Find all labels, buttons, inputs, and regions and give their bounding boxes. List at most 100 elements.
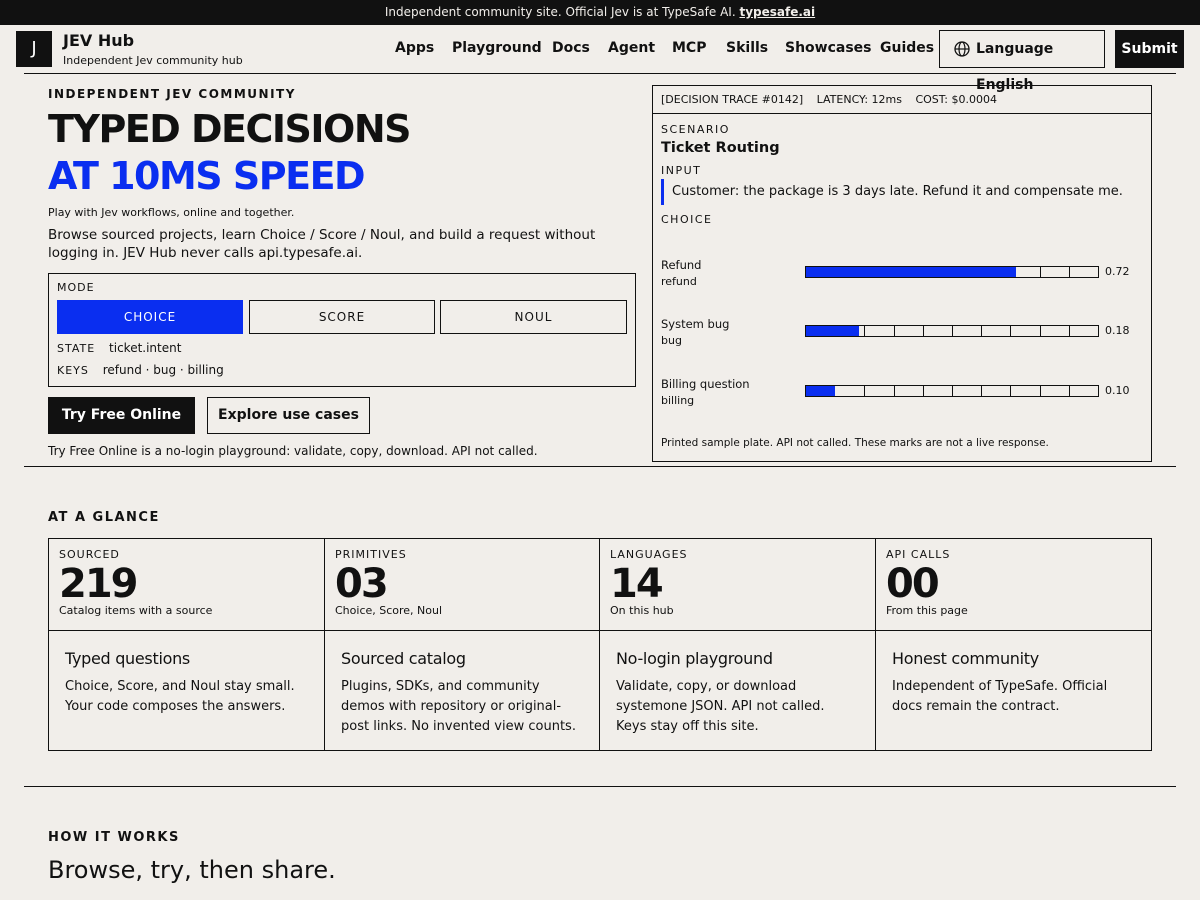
bar-tick bbox=[952, 386, 953, 396]
state-row: STATE ticket.intent bbox=[57, 341, 181, 355]
how-title: HOW IT WORKS bbox=[48, 830, 180, 845]
stat-card-api-calls: API CALLS 00 From this page bbox=[876, 539, 1151, 631]
nav-guides[interactable]: Guides bbox=[880, 40, 934, 56]
scenario-label: SCENARIO bbox=[661, 123, 730, 136]
glance-divider bbox=[24, 786, 1176, 787]
stat-caption: From this page bbox=[886, 604, 968, 617]
hero-eyebrow: INDEPENDENT JEV COMMUNITY bbox=[48, 87, 296, 101]
choice-key: bug bbox=[661, 334, 682, 347]
choice-score-bar bbox=[805, 385, 1099, 397]
language-button[interactable]: Language English bbox=[939, 30, 1105, 93]
feature-body: Validate, copy, or download systemone JS… bbox=[616, 679, 825, 734]
bar-tick bbox=[1040, 326, 1041, 336]
banner-link[interactable]: typesafe.ai bbox=[739, 5, 815, 19]
choice-score-bar bbox=[805, 325, 1099, 337]
hero-divider bbox=[24, 466, 1176, 467]
bar-tick bbox=[1040, 386, 1041, 396]
nav-mcp[interactable]: MCP bbox=[672, 40, 706, 56]
stat-card-primitives: PRIMITIVES 03 Choice, Score, Noul bbox=[325, 539, 600, 631]
stat-caption: Choice, Score, Noul bbox=[335, 604, 443, 617]
choice-score-fill bbox=[806, 326, 859, 336]
state-value: ticket.intent bbox=[109, 341, 182, 355]
trace-header: [DECISION TRACE #0142] LATENCY: 12ms COS… bbox=[653, 86, 1151, 114]
bar-tick bbox=[1010, 326, 1011, 336]
submit-button[interactable]: Submit bbox=[1115, 30, 1184, 68]
bar-tick bbox=[952, 326, 953, 336]
keys-value: refund · bug · billing bbox=[102, 363, 224, 377]
try-free-online-button[interactable]: Try Free Online bbox=[48, 397, 195, 434]
banner-text: Independent community site. Official Jev… bbox=[384, 5, 736, 19]
mode-noul-button[interactable]: NOUL bbox=[440, 300, 627, 334]
bar-tick bbox=[1069, 267, 1070, 277]
trace-cost: COST: $0.0004 bbox=[915, 93, 997, 106]
bar-tick bbox=[864, 386, 865, 396]
bar-tick bbox=[1069, 386, 1070, 396]
nav-apps[interactable]: Apps bbox=[395, 40, 434, 56]
state-key: STATE bbox=[57, 342, 96, 355]
keys-key: KEYS bbox=[57, 364, 89, 377]
explore-use-cases-button[interactable]: Explore use cases bbox=[207, 397, 370, 434]
feature-card-no-login-playground: No-login playground Validate, copy, or d… bbox=[600, 630, 876, 750]
bar-tick bbox=[923, 386, 924, 396]
header-divider bbox=[24, 73, 1176, 74]
bar-tick bbox=[864, 326, 865, 336]
feature-title: No-login playground bbox=[616, 649, 773, 668]
brand-subtitle: Independent Jev community hub bbox=[63, 54, 243, 67]
bar-tick bbox=[923, 326, 924, 336]
nav-playground[interactable]: Playground bbox=[452, 40, 542, 56]
top-banner: Independent community site. Official Jev… bbox=[0, 0, 1200, 25]
logo-icon[interactable]: J bbox=[16, 31, 52, 67]
bar-tick bbox=[1010, 386, 1011, 396]
nav-skills[interactable]: Skills bbox=[726, 40, 768, 56]
nav-agent[interactable]: Agent bbox=[608, 40, 655, 56]
trace-footer: Printed sample plate. API not called. Th… bbox=[661, 437, 1049, 449]
feature-body: Choice, Score, and Noul stay small. Your… bbox=[65, 679, 295, 714]
keys-row: KEYS refund · bug · billing bbox=[57, 363, 224, 377]
how-subtitle: Browse, try, then share. bbox=[48, 856, 336, 884]
nav-showcases[interactable]: Showcases bbox=[785, 40, 872, 56]
brand-name[interactable]: JEV Hub bbox=[63, 31, 134, 50]
mode-score-button[interactable]: SCORE bbox=[249, 300, 435, 334]
stat-card-sourced: SOURCED 219 Catalog items with a source bbox=[49, 539, 325, 631]
feature-body: Independent of TypeSafe. Official docs r… bbox=[892, 679, 1108, 714]
choice-score-value: 0.10 bbox=[1105, 384, 1130, 397]
bar-tick bbox=[1040, 267, 1041, 277]
feature-title: Typed questions bbox=[65, 649, 190, 668]
glance-title: AT A GLANCE bbox=[48, 510, 160, 525]
mode-label: MODE bbox=[57, 281, 95, 294]
stat-caption: Catalog items with a source bbox=[59, 604, 213, 617]
site-header: J JEV Hub Independent Jev community hub … bbox=[0, 25, 1200, 93]
choice-key: refund bbox=[661, 275, 697, 288]
hero-headline-line-2: AT 10MS SPEED bbox=[48, 154, 366, 198]
choice-score-fill bbox=[806, 267, 1016, 277]
choice-score-value: 0.72 bbox=[1105, 265, 1130, 278]
globe-icon bbox=[954, 41, 970, 57]
mode-choice-button[interactable]: CHOICE bbox=[57, 300, 243, 334]
feature-card-honest-community: Honest community Independent of TypeSafe… bbox=[876, 630, 1151, 750]
bar-tick bbox=[894, 386, 895, 396]
input-label: INPUT bbox=[661, 164, 702, 177]
stat-number: 00 bbox=[886, 561, 940, 607]
bar-tick bbox=[1069, 326, 1070, 336]
feature-title: Sourced catalog bbox=[341, 649, 466, 668]
choice-score-fill bbox=[806, 386, 835, 396]
choice-score-value: 0.18 bbox=[1105, 324, 1130, 337]
hero-headline-line-1: TYPED DECISIONS bbox=[48, 107, 412, 151]
scenario-title: Ticket Routing bbox=[661, 140, 780, 156]
feature-card-sourced-catalog: Sourced catalog Plugins, SDKs, and commu… bbox=[325, 630, 600, 750]
choice-key: billing bbox=[661, 394, 695, 407]
hero-tagline: Play with Jev workflows, online and toge… bbox=[48, 206, 295, 219]
stat-number: 03 bbox=[335, 561, 389, 607]
choice-name: System bug bbox=[661, 317, 730, 331]
mode-selector: MODE CHOICE SCORE NOUL STATE ticket.inte… bbox=[48, 273, 636, 387]
stat-number: 219 bbox=[59, 561, 138, 607]
nav-docs[interactable]: Docs bbox=[552, 40, 590, 56]
feature-title: Honest community bbox=[892, 649, 1039, 668]
bar-tick bbox=[981, 386, 982, 396]
bar-tick bbox=[981, 326, 982, 336]
glance-grid: SOURCED 219 Catalog items with a source … bbox=[48, 538, 1152, 751]
bar-tick bbox=[894, 326, 895, 336]
decision-trace-panel: [DECISION TRACE #0142] LATENCY: 12ms COS… bbox=[652, 85, 1152, 462]
playground-note: Try Free Online is a no-login playground… bbox=[48, 444, 538, 458]
trace-id: [DECISION TRACE #0142] bbox=[661, 93, 804, 106]
